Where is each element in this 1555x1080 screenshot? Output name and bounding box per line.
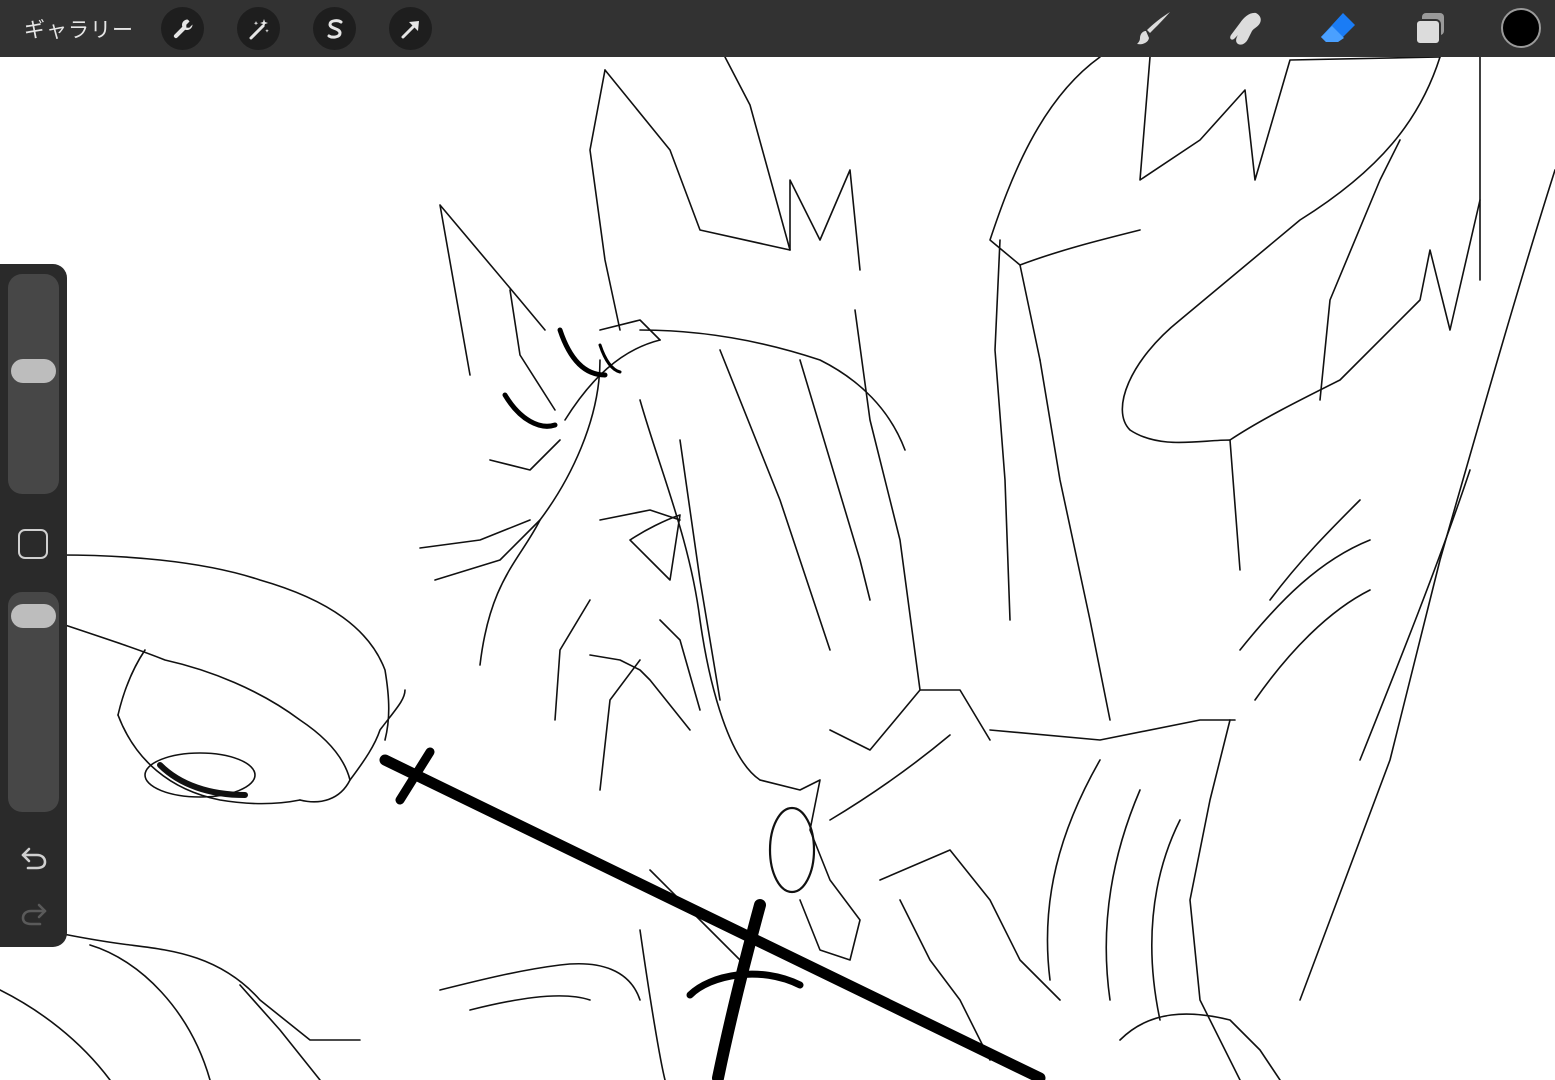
undo-button[interactable]: [16, 840, 52, 876]
brush-opacity-slider[interactable]: [8, 592, 59, 812]
redo-icon: [21, 903, 47, 926]
actions-button[interactable]: [161, 7, 204, 50]
wrench-icon: [173, 19, 192, 38]
smudge-icon: [1230, 12, 1261, 45]
smudge-tool-button[interactable]: [1225, 8, 1267, 50]
brush-size-slider-thumb[interactable]: [11, 358, 56, 383]
color-picker-button[interactable]: [1501, 8, 1541, 48]
redo-button[interactable]: [16, 896, 52, 932]
square-modifier-icon[interactable]: [18, 529, 48, 559]
magic-wand-icon: [249, 18, 269, 39]
brush-opacity-slider-thumb[interactable]: [11, 604, 56, 629]
selection-button[interactable]: [313, 7, 356, 50]
gallery-button[interactable]: ギャラリー: [24, 14, 134, 44]
undo-icon: [21, 847, 47, 870]
layers-button[interactable]: [1409, 8, 1451, 50]
eraser-tool-button[interactable]: [1317, 8, 1359, 50]
top-toolbar: ギャラリー: [0, 0, 1555, 57]
line-art-drawing: [0, 57, 1555, 1080]
layers-icon: [1415, 13, 1444, 45]
brush-tool-button[interactable]: [1133, 8, 1175, 50]
adjustments-button[interactable]: [237, 7, 280, 50]
drawing-canvas[interactable]: [0, 57, 1555, 1080]
brush-size-slider[interactable]: [8, 274, 59, 494]
eraser-icon: [1321, 13, 1355, 42]
transform-button[interactable]: [389, 7, 432, 50]
arrow-cursor-icon: [401, 20, 419, 38]
thick-stroke-layer: [379, 327, 1046, 1080]
brush-icon: [1137, 12, 1170, 45]
left-sidebar: [0, 264, 67, 947]
selection-s-icon: [327, 18, 342, 39]
